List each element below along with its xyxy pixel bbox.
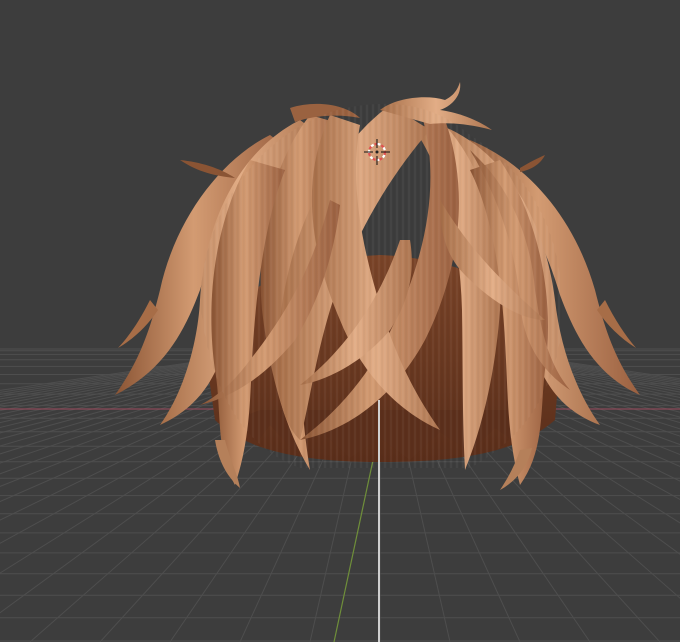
3d-viewport[interactable] [0,0,680,642]
hair-tuft [520,155,545,172]
viewport-canvas[interactable] [0,0,680,642]
